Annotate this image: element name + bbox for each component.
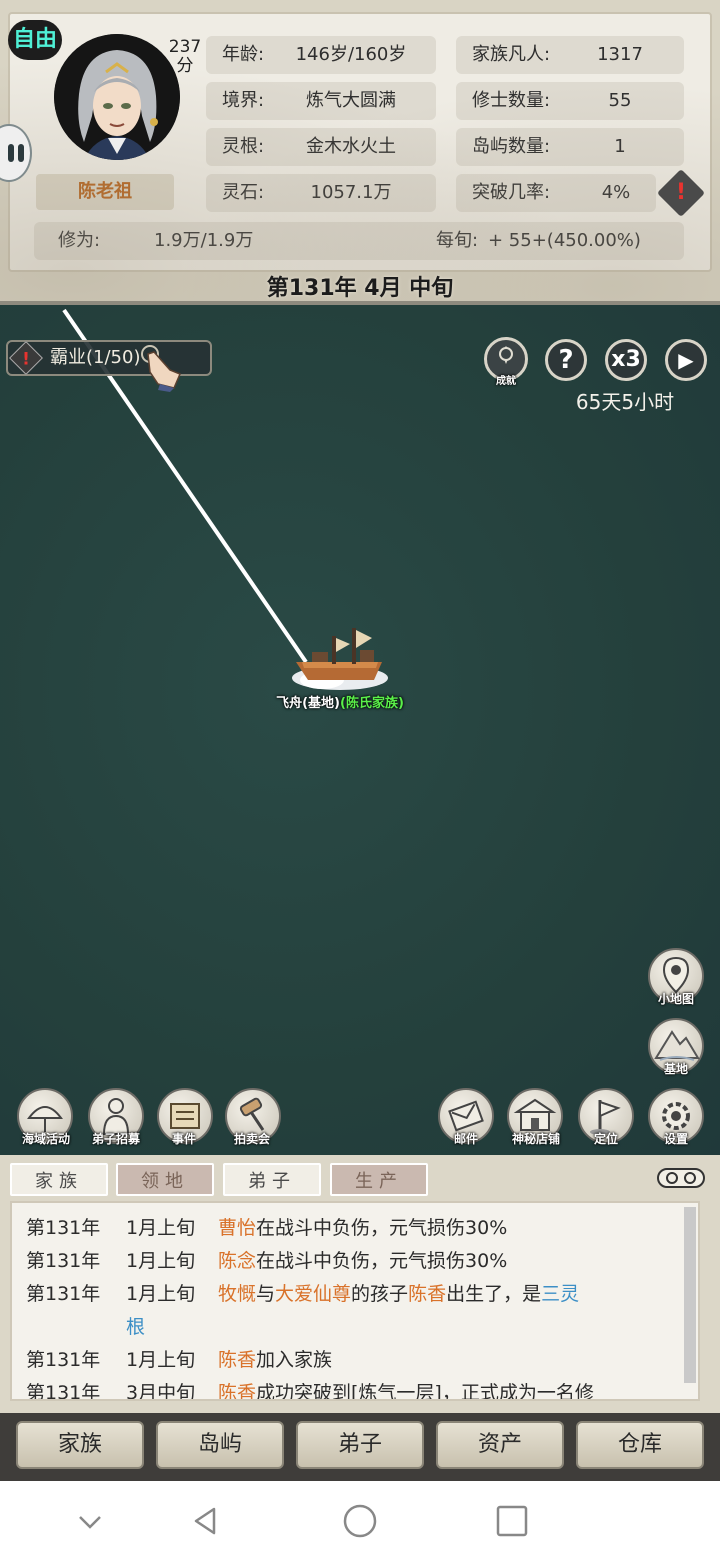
settings-caption: 设置	[663, 1132, 688, 1146]
speed-button[interactable]: x3	[605, 339, 647, 381]
quest-warning-icon: !	[9, 341, 43, 375]
warning-mark: !	[22, 349, 30, 370]
warning-mark: !	[675, 180, 687, 205]
ship-label: 飞舟(基地)(陈氏家族)	[260, 692, 420, 711]
ship-clan: (陈氏家族)	[340, 696, 404, 711]
quest-label: 霸业(1/50)	[50, 347, 141, 368]
ship-name: 飞舟(基地)	[276, 696, 340, 711]
score: 237 分	[160, 38, 210, 76]
locate-caption: 定位	[593, 1132, 618, 1146]
sea-activity-caption: 海域活动	[21, 1132, 70, 1146]
countdown-timer: 65天5小时	[575, 390, 675, 414]
help-icon: ?	[558, 345, 574, 375]
play-button[interactable]: ▶	[665, 339, 707, 381]
flying-ship-icon[interactable]	[282, 622, 402, 694]
auction-caption: 拍卖会	[233, 1132, 270, 1146]
disciple-recruit-caption: 弟子招募	[91, 1132, 140, 1146]
score-unit: 分	[176, 56, 194, 76]
mail-caption: 邮件	[453, 1132, 478, 1146]
mode-badge[interactable]: 自由	[8, 20, 62, 60]
route-line	[62, 308, 308, 664]
pointer-hand-icon	[141, 345, 181, 392]
speed-label: x3	[611, 347, 641, 372]
achievement-caption: 成就	[496, 376, 516, 387]
base-caption: 基地	[663, 1062, 688, 1076]
game-date: 第131年 4月 中旬	[266, 276, 454, 301]
breakthrough-warning-icon[interactable]: !	[656, 168, 706, 218]
play-icon: ▶	[678, 348, 694, 372]
mystery-shop-caption: 神秘店铺	[511, 1132, 560, 1146]
help-button[interactable]: ?	[545, 339, 587, 381]
score-value: 237	[168, 37, 202, 57]
minimap-caption: 小地图	[657, 992, 694, 1006]
events-caption: 事件	[171, 1132, 196, 1146]
